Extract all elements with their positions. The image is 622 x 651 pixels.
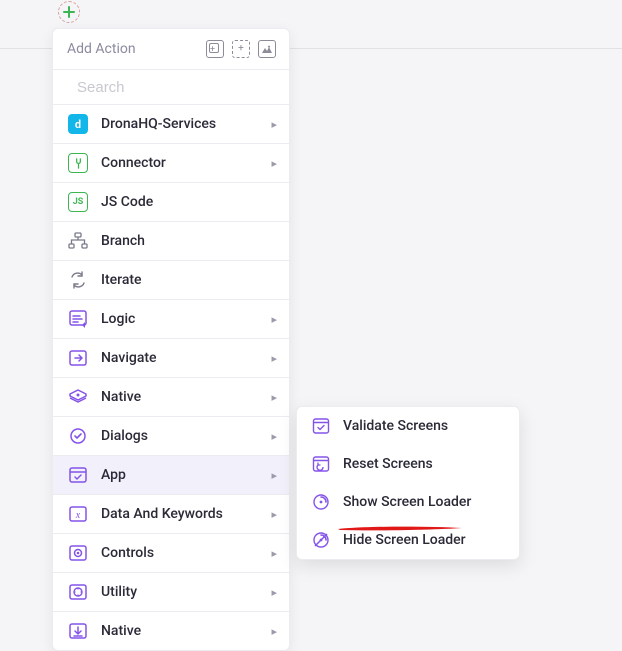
chevron-right-icon: ▸ [271, 469, 277, 482]
menu-item-label: JS Code [101, 194, 277, 210]
menu-item-logic[interactable]: Logic ▸ [53, 300, 289, 339]
submenu-item-label: Validate Screens [343, 418, 448, 434]
submenu-item-hide-loader[interactable]: Hide Screen Loader [297, 521, 519, 559]
menu-item-label: DronaHQ-Services [101, 116, 259, 132]
menu-item-connector[interactable]: Connector ▸ [53, 144, 289, 183]
menu-item-utility[interactable]: Utility ▸ [53, 573, 289, 612]
chevron-right-icon: ▸ [271, 157, 277, 170]
menu-item-native[interactable]: Native ▸ [53, 378, 289, 417]
native-icon [67, 386, 89, 408]
plus-icon [63, 6, 75, 18]
menu-item-native-2[interactable]: Native ▸ [53, 612, 289, 650]
utility-icon [67, 581, 89, 603]
menu-item-label: Branch [101, 233, 277, 249]
menu-item-navigate[interactable]: Navigate ▸ [53, 339, 289, 378]
panel-title: Add Action [67, 41, 136, 57]
chevron-right-icon: ▸ [271, 313, 277, 326]
controls-icon [67, 542, 89, 564]
search-input[interactable] [77, 79, 276, 96]
submenu-item-label: Show Screen Loader [343, 494, 471, 510]
navigate-icon [67, 347, 89, 369]
connector-icon [67, 152, 89, 174]
menu-item-branch[interactable]: Branch [53, 222, 289, 261]
menu-item-controls[interactable]: Controls ▸ [53, 534, 289, 573]
validate-icon [311, 416, 331, 436]
show-loader-icon [311, 492, 331, 512]
image-icon[interactable] [257, 39, 277, 59]
menu-item-label: App [101, 467, 259, 483]
header-icon-group: + + [205, 39, 277, 59]
menu-item-label: Connector [101, 155, 259, 171]
copy-icon[interactable]: + [205, 39, 225, 59]
menu-item-label: Native [101, 389, 259, 405]
menu-item-label: Controls [101, 545, 259, 561]
download-icon [67, 620, 89, 642]
menu-item-label: Dialogs [101, 428, 259, 444]
submenu-item-label: Reset Screens [343, 456, 433, 472]
chevron-right-icon: ▸ [271, 586, 277, 599]
chevron-right-icon: ▸ [271, 118, 277, 131]
dronahq-icon: d [67, 113, 89, 135]
submenu-item-validate-screens[interactable]: Validate Screens [297, 407, 519, 445]
menu-item-iterate[interactable]: Iterate [53, 261, 289, 300]
menu-item-app[interactable]: App ▸ [53, 456, 289, 495]
menu-item-data-keywords[interactable]: x Data And Keywords ▸ [53, 495, 289, 534]
add-node-button[interactable] [58, 1, 80, 23]
logic-icon [67, 308, 89, 330]
menu-item-label: Data And Keywords [101, 506, 259, 522]
panel-header: Add Action + + [53, 29, 289, 70]
menu-item-label: Utility [101, 584, 259, 600]
action-menu-panel: Add Action + + [52, 28, 290, 651]
menu-item-label: Navigate [101, 350, 259, 366]
submenu-item-label: Hide Screen Loader [343, 532, 466, 548]
app-icon [67, 464, 89, 486]
reset-icon [311, 454, 331, 474]
dialogs-icon [67, 425, 89, 447]
app-submenu: Validate Screens Reset Screens Show Scre… [296, 406, 520, 560]
menu-item-dronahq-services[interactable]: d DronaHQ-Services ▸ [53, 105, 289, 144]
menu-item-label: Native [101, 623, 259, 639]
chevron-right-icon: ▸ [271, 352, 277, 365]
menu-item-dialogs[interactable]: Dialogs ▸ [53, 417, 289, 456]
menu-item-label: Logic [101, 311, 259, 327]
data-keywords-icon: x [67, 503, 89, 525]
js-icon: JS [67, 191, 89, 213]
submenu-item-show-loader[interactable]: Show Screen Loader [297, 483, 519, 521]
iterate-icon [67, 269, 89, 291]
hide-loader-icon [311, 530, 331, 550]
menu-item-js-code[interactable]: JS JS Code [53, 183, 289, 222]
chevron-right-icon: ▸ [271, 508, 277, 521]
submenu-item-reset-screens[interactable]: Reset Screens [297, 445, 519, 483]
svg-text:x: x [75, 510, 81, 521]
search-row [53, 70, 289, 105]
expand-icon[interactable]: + [231, 39, 251, 59]
menu-item-label: Iterate [101, 272, 277, 288]
chevron-right-icon: ▸ [271, 430, 277, 443]
branch-icon [67, 230, 89, 252]
chevron-right-icon: ▸ [271, 391, 277, 404]
chevron-right-icon: ▸ [271, 547, 277, 560]
